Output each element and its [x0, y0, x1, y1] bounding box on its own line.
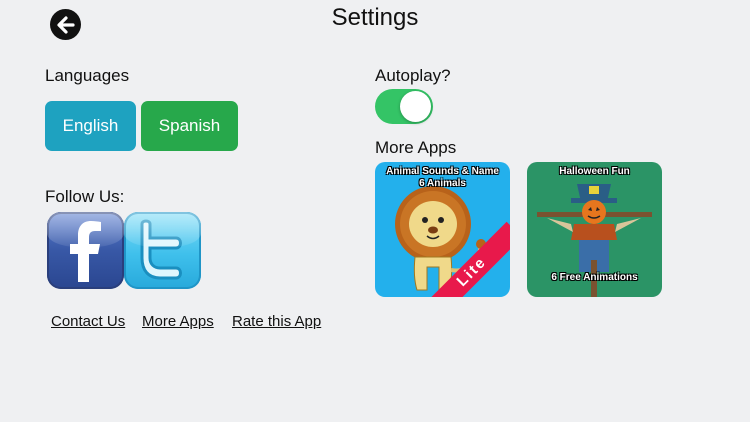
app-tile-halloween-fun[interactable]: Halloween Fun 6 Free Animations	[527, 162, 662, 297]
spanish-button[interactable]: Spanish	[141, 101, 238, 151]
app-tile-title: Animal Sounds & Name	[386, 166, 499, 177]
page-title: Settings	[331, 4, 419, 31]
app-tile-subtitle: 6 Free Animations	[551, 272, 638, 283]
rate-app-link[interactable]: Rate this App	[232, 313, 321, 330]
follow-us-label: Follow Us:	[45, 187, 125, 206]
contact-us-link[interactable]: Contact Us	[51, 313, 125, 330]
more-apps-label: More Apps	[375, 138, 457, 157]
languages-label: Languages	[45, 66, 130, 85]
english-button[interactable]: English	[45, 101, 136, 151]
more-apps-link[interactable]: More Apps	[142, 313, 214, 330]
app-tile-animal-sounds[interactable]: Animal Sounds & Name 6 Animals Lite	[375, 162, 510, 297]
autoplay-toggle[interactable]	[375, 89, 433, 124]
app-tile-title: Halloween Fun	[559, 166, 630, 177]
facebook-button[interactable]	[47, 212, 124, 289]
twitter-button[interactable]	[124, 212, 201, 289]
app-tile-subtitle: 6 Animals	[419, 178, 466, 189]
autoplay-label: Autoplay?	[375, 66, 451, 85]
toggle-knob	[400, 91, 431, 122]
